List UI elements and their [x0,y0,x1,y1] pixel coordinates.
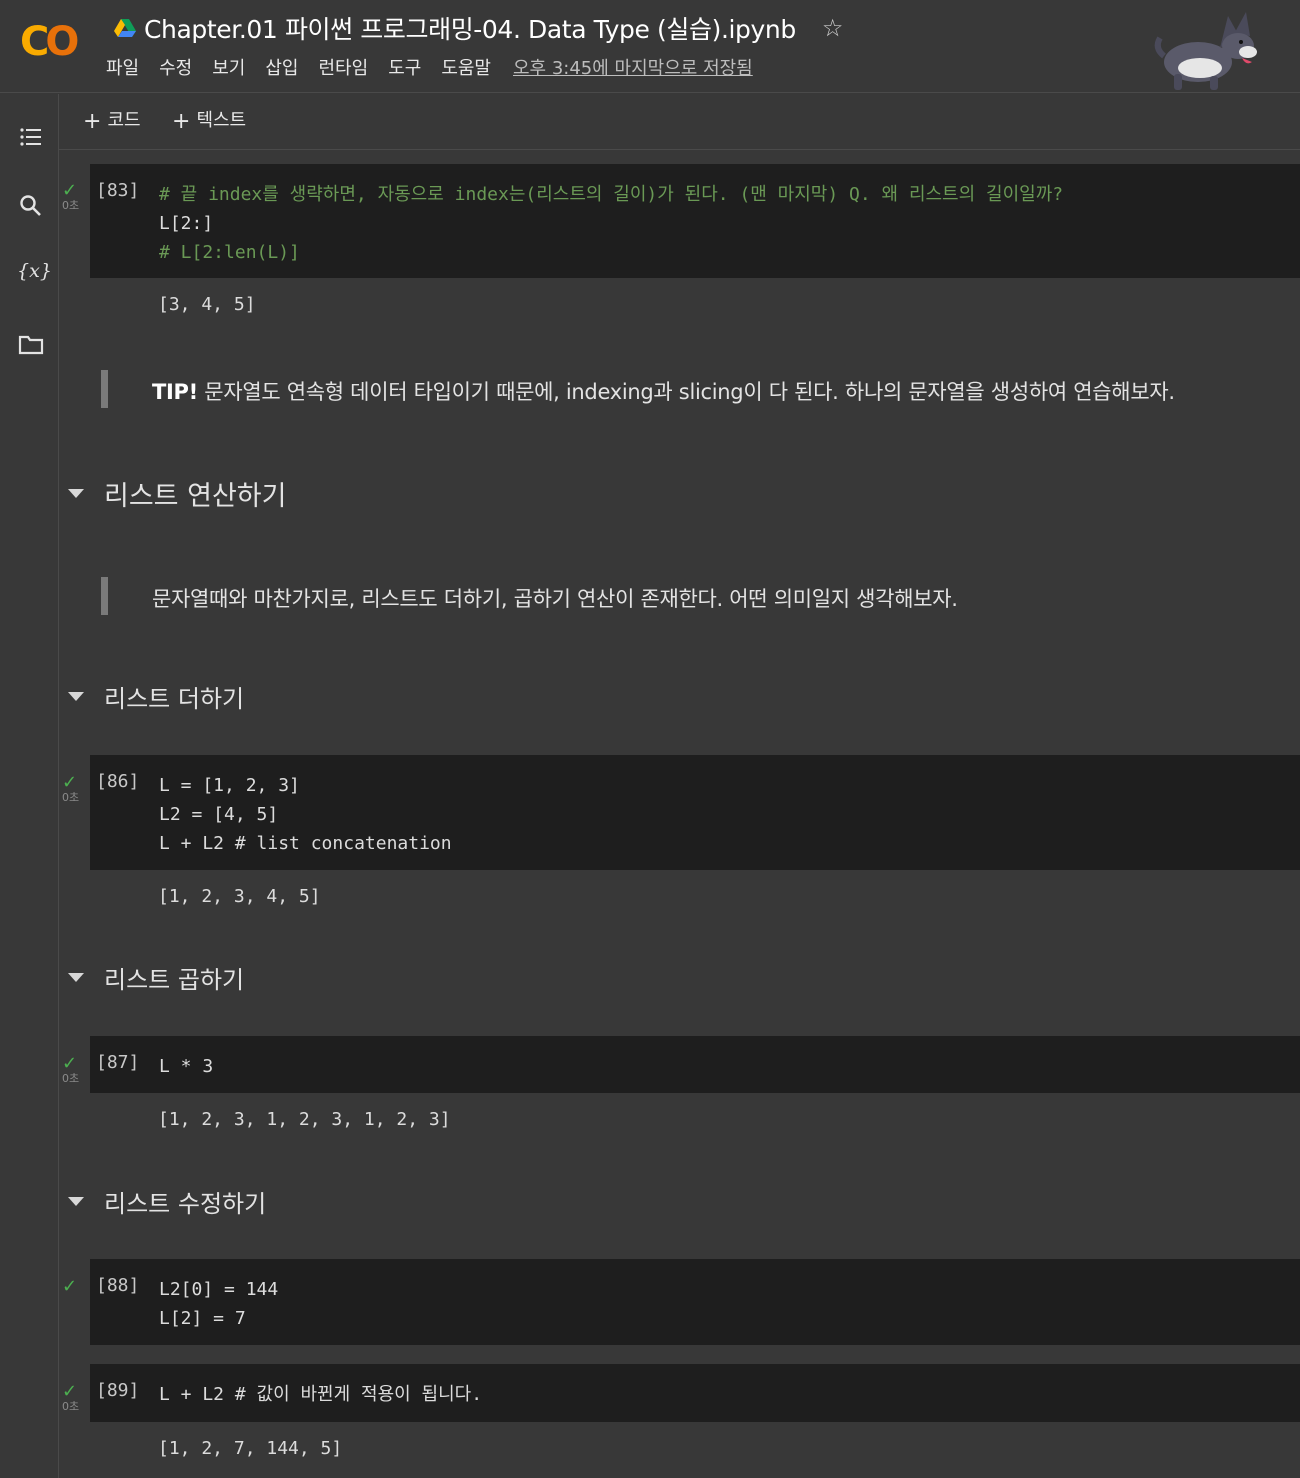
exec-count: [88] [96,1275,140,1296]
menu-bar: 파일 수정 보기 삽입 런타임 도구 도움말 오후 3:45에 마지막으로 저장… [106,54,753,80]
section-heading-list-add[interactable]: 리스트 더하기 [66,679,244,714]
menu-view[interactable]: 보기 [212,54,245,80]
notebook-toolbar: + 코드 + 텍스트 [59,94,1300,150]
exec-time: 0초 [62,1072,80,1085]
menu-file[interactable]: 파일 [106,54,139,80]
code-cell-83[interactable]: [83] # 끝 index를 생략하면, 자동으로 index는(리스트의 길… [90,164,1300,278]
cell-output: [1, 2, 3, 4, 5] [158,886,321,907]
cell-status[interactable]: ✓ 0초 [62,1055,90,1085]
variables-icon[interactable]: {x} [17,260,52,286]
left-rail: {x} [0,94,59,1478]
caret-down-icon[interactable] [68,973,84,982]
section-heading-list-ops[interactable]: 리스트 연산하기 [66,474,286,513]
title-row: Chapter.01 파이썬 프로그래밍-04. Data Type (실습).… [114,10,843,46]
menu-runtime[interactable]: 런타임 [319,54,369,80]
code-cell-87[interactable]: [87] L * 3 [90,1036,1300,1093]
code-editor[interactable]: L = [1, 2, 3] L2 = [4, 5] L + L2 # list … [159,771,452,858]
plus-icon: + [172,109,191,134]
section-heading-list-modify[interactable]: 리스트 수정하기 [66,1184,266,1219]
cell-output: [1, 2, 7, 144, 5] [158,1438,343,1459]
search-icon[interactable] [18,193,44,219]
check-icon: ✓ [62,1276,78,1297]
menu-edit[interactable]: 수정 [159,54,192,80]
code-editor[interactable]: L + L2 # 값이 바뀐게 적용이 됩니다. [159,1380,482,1409]
corgi-mascot-icon [1154,12,1257,90]
colab-logo[interactable]: CO [20,22,86,62]
toc-icon[interactable] [18,124,44,150]
star-icon[interactable]: ☆ [822,14,844,42]
cell-output: [3, 4, 5] [158,294,256,315]
caret-down-icon[interactable] [68,1197,84,1206]
exec-count: [87] [96,1052,140,1073]
section-heading-list-mul[interactable]: 리스트 곱하기 [66,960,244,995]
info-text: 문자열때와 마찬가지로, 리스트도 더하기, 곱하기 연산이 존재한다. 어떤 … [152,587,958,611]
cell-status[interactable]: ✓ 0초 [62,182,90,212]
exec-count: [86] [96,771,140,792]
exec-count: [89] [96,1380,140,1401]
menu-tools[interactable]: 도구 [388,54,421,80]
caret-down-icon[interactable] [68,489,84,498]
folder-icon[interactable] [18,331,44,357]
code-editor[interactable]: L * 3 [159,1052,213,1081]
saved-status-link[interactable]: 오후 3:45에 마지막으로 저장됨 [513,54,753,80]
code-cell-89[interactable]: [89] L + L2 # 값이 바뀐게 적용이 됩니다. [90,1364,1300,1422]
add-text-button[interactable]: + 텍스트 [172,106,246,134]
exec-time: 0초 [62,199,80,212]
exec-time: 0초 [62,1400,80,1413]
check-icon: ✓ [62,1381,78,1402]
notebook-title[interactable]: Chapter.01 파이썬 프로그래밍-04. Data Type (실습).… [144,10,796,46]
cell-status[interactable]: ✓ 0초 [62,774,90,804]
check-icon: ✓ [62,180,78,201]
app-header: CO Chapter.01 파이썬 프로그래밍-04. Data Type (실… [0,0,1300,93]
code-cell-88[interactable]: [88] L2[0] = 144 L[2] = 7 [90,1259,1300,1345]
menu-help[interactable]: 도움말 [441,54,491,80]
code-editor[interactable]: L2[0] = 144 L[2] = 7 [159,1275,278,1333]
cell-status[interactable]: ✓ 0초 [62,1383,90,1413]
info-blockquote: 문자열때와 마찬가지로, 리스트도 더하기, 곱하기 연산이 존재한다. 어떤 … [101,577,1291,615]
caret-down-icon[interactable] [68,692,84,701]
tip-text: TIP! 문자열도 연속형 데이터 타입이기 때문에, indexing과 sl… [152,380,1175,404]
exec-time: 0초 [62,791,80,804]
drive-icon[interactable] [114,18,136,38]
code-cell-86[interactable]: [86] L = [1, 2, 3] L2 = [4, 5] L + L2 # … [90,755,1300,870]
cell-output: [1, 2, 3, 1, 2, 3, 1, 2, 3] [158,1109,451,1130]
check-icon: ✓ [62,1053,78,1074]
exec-count: [83] [96,180,140,201]
add-code-button[interactable]: + 코드 [83,106,141,134]
check-icon: ✓ [62,772,78,793]
menu-insert[interactable]: 삽입 [265,54,298,80]
plus-icon: + [83,109,102,134]
tip-blockquote: TIP! 문자열도 연속형 데이터 타입이기 때문에, indexing과 sl… [101,370,1291,408]
code-editor[interactable]: # 끝 index를 생략하면, 자동으로 index는(리스트의 길이)가 된… [159,180,1063,267]
cell-status[interactable]: ✓ [62,1278,90,1296]
